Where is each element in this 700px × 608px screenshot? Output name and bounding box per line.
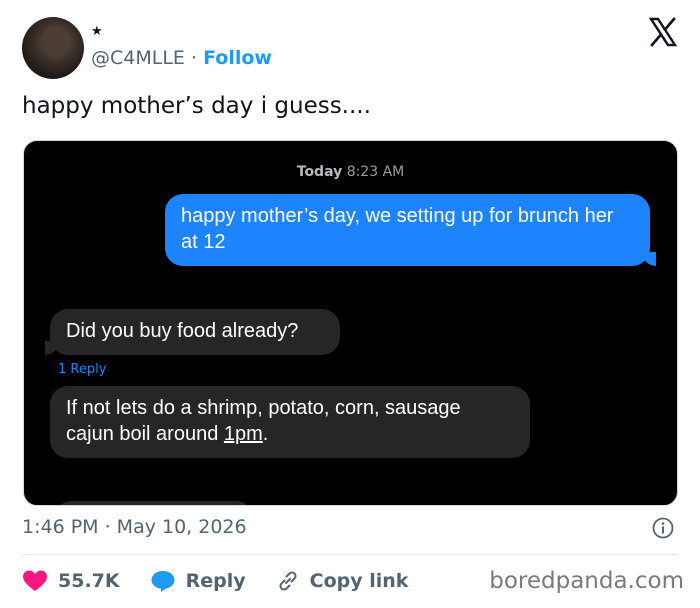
like-button[interactable]: 55.7K xyxy=(22,569,120,593)
follow-button[interactable]: Follow xyxy=(203,47,272,69)
avatar[interactable] xyxy=(22,17,84,79)
thread-reply-count: 1 Reply xyxy=(58,362,107,377)
message-timestamp: Today 8:23 AM xyxy=(24,164,677,180)
tweet-date[interactable]: 1:46 PM · May 10, 2026 xyxy=(22,516,247,538)
incoming-message-bubble: If not lets do a shrimp, potato, corn, s… xyxy=(50,386,530,458)
author-row: @C4MLLE · Follow xyxy=(91,47,272,69)
info-icon[interactable] xyxy=(652,517,674,539)
time-link: 1pm xyxy=(223,423,263,445)
timestamp-day: Today xyxy=(296,164,343,180)
tweet-text: happy mother’s day i guess.... xyxy=(22,93,371,119)
copy-link-label: Copy link xyxy=(309,570,409,592)
author-handle[interactable]: @C4MLLE xyxy=(91,47,185,69)
link-icon xyxy=(279,571,297,591)
separator-dot: · xyxy=(190,47,198,69)
reply-bubble-icon xyxy=(151,571,175,592)
verified-star-icon: ★ xyxy=(91,24,103,39)
incoming-message-bubble: Did you buy food already? xyxy=(45,309,340,355)
heart-icon xyxy=(23,570,47,591)
partial-message-bubble xyxy=(54,501,254,505)
reply-label: Reply xyxy=(185,570,246,592)
copy-link-button[interactable]: Copy link xyxy=(276,569,409,593)
tweet-media-screenshot[interactable]: Today 8:23 AM happy mother’s day, we set… xyxy=(23,140,678,506)
watermark: boredpanda.com xyxy=(489,568,684,594)
x-logo-icon[interactable] xyxy=(648,17,678,47)
divider xyxy=(22,554,678,555)
action-bar: 55.7K Reply Copy link xyxy=(22,566,438,596)
reply-button[interactable]: Reply xyxy=(150,569,246,593)
timestamp-time: 8:23 AM xyxy=(346,164,405,180)
like-count: 55.7K xyxy=(58,570,120,592)
message-text-end: . xyxy=(262,423,269,445)
outgoing-message-bubble: happy mother’s day, we setting up for br… xyxy=(165,194,656,266)
